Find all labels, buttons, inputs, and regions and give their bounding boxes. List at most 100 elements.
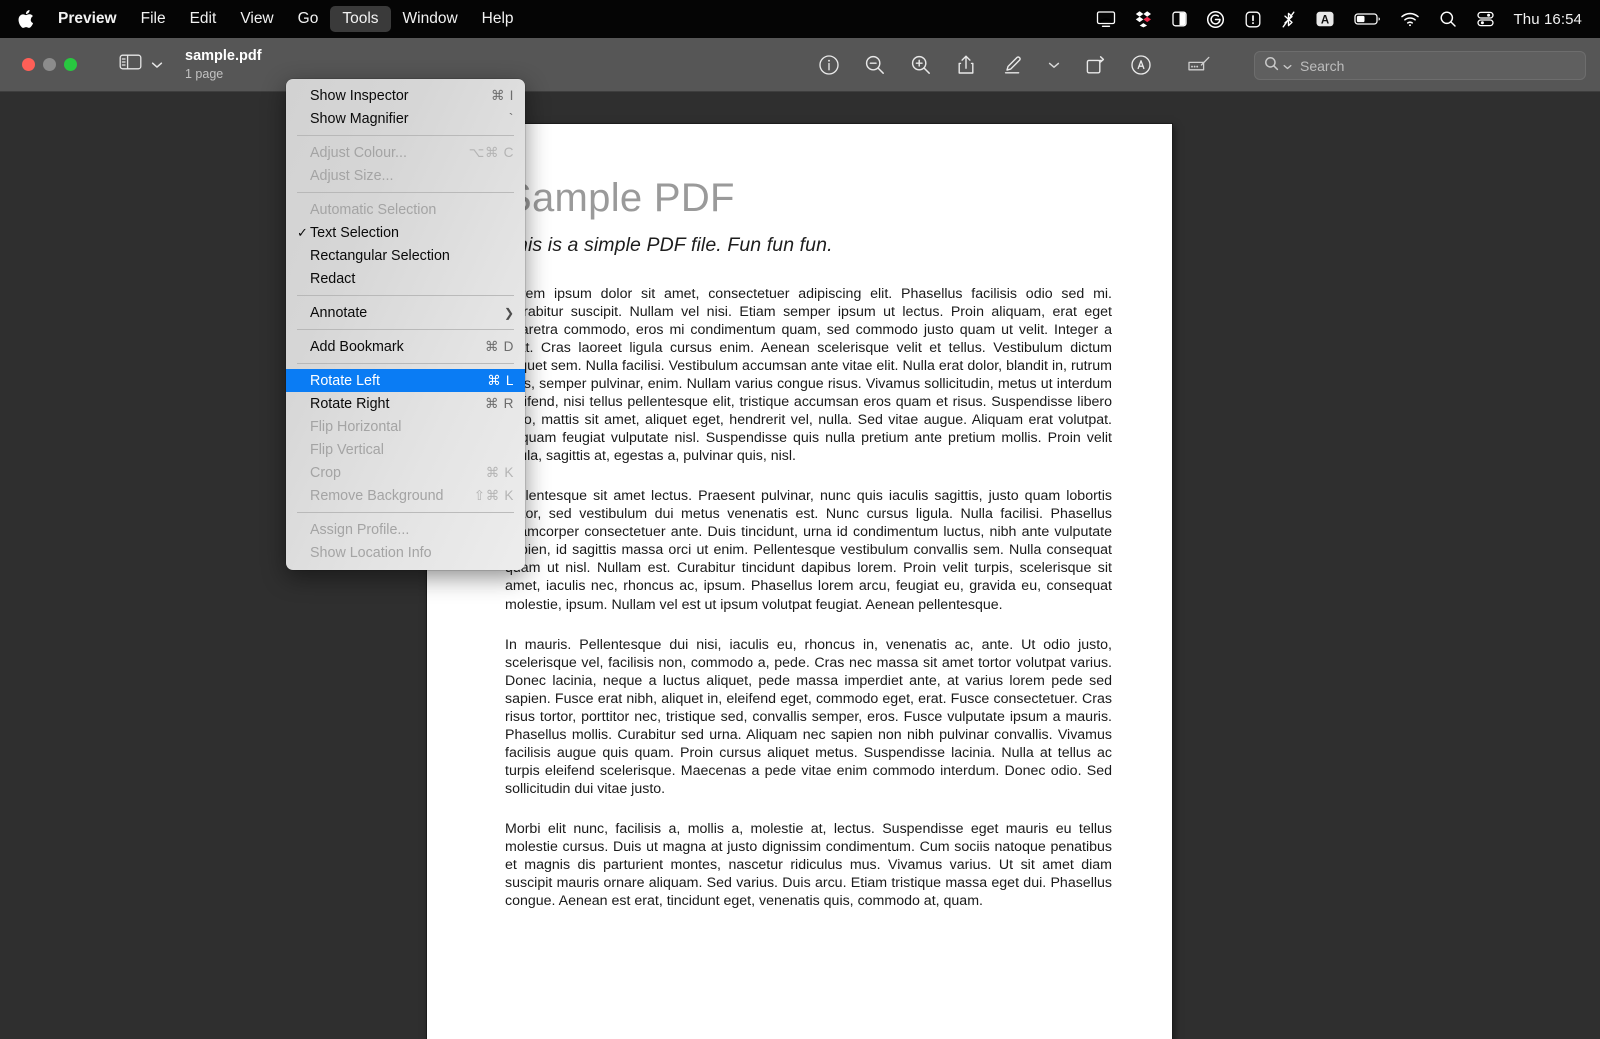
menu-item-rotate-right[interactable]: Rotate Right ⌘ R	[286, 392, 525, 415]
menu-item-crop: Crop ⌘ K	[286, 461, 525, 484]
svg-text:A: A	[1320, 14, 1328, 26]
input-source-a-icon[interactable]: A	[1315, 0, 1335, 38]
menu-item-shortcut: ⌥⌘ C	[468, 144, 514, 160]
menu-bar-clock[interactable]: Thu 16:54	[1514, 11, 1582, 28]
document-canvas[interactable]: Sample PDF This is a simple PDF file. Fu…	[0, 92, 1600, 1039]
menu-item-show-location-info: Show Location Info	[286, 541, 525, 564]
menu-item-shortcut: ⌘ I	[491, 87, 514, 103]
zoom-out-icon[interactable]	[864, 54, 886, 76]
menu-item-flip-horizontal: Flip Horizontal	[286, 415, 525, 438]
menu-separator	[297, 512, 514, 513]
menu-item-label: Adjust Size...	[310, 167, 394, 184]
wifi-icon[interactable]	[1400, 0, 1420, 38]
window-toolbar	[818, 38, 1212, 92]
menu-item-rotate-left[interactable]: Rotate Left ⌘ L	[286, 369, 525, 392]
menu-bar-item-window[interactable]: Window	[391, 6, 470, 32]
minimize-button[interactable]	[43, 58, 56, 71]
menu-item-automatic-selection: Automatic Selection	[286, 198, 525, 221]
apple-logo-icon[interactable]	[8, 9, 42, 29]
document-page-count: 1 page	[185, 66, 224, 81]
search-field[interactable]: Search	[1254, 51, 1586, 80]
menu-bar-item-preview[interactable]: Preview	[46, 6, 129, 32]
menu-bar-item-help[interactable]: Help	[470, 6, 526, 32]
pdf-heading: Sample PDF	[505, 176, 735, 220]
search-chevron-down-icon[interactable]	[1283, 57, 1292, 75]
menu-item-show-magnifier[interactable]: Show Magnifier `	[286, 107, 525, 130]
zoom-button[interactable]	[64, 58, 77, 71]
menu-item-redact[interactable]: Redact	[286, 267, 525, 290]
menu-bar-item-file[interactable]: File	[129, 6, 178, 32]
menu-item-assign-profile: Assign Profile...	[286, 518, 525, 541]
menu-separator	[297, 329, 514, 330]
menu-item-label: Rotate Right	[310, 395, 390, 412]
tools-dropdown-menu[interactable]: Show Inspector ⌘ I Show Magnifier ` Adjust C…	[286, 79, 525, 570]
bluetooth-off-icon[interactable]	[1281, 0, 1296, 38]
window-traffic-lights	[22, 58, 77, 71]
dark-mode-icon[interactable]	[1171, 0, 1187, 38]
menu-item-label: Adjust Colour...	[310, 144, 407, 161]
menu-item-label: Annotate	[310, 304, 368, 321]
menu-item-remove-background: Remove Background ⇧⌘ K	[286, 484, 525, 507]
chevron-down-icon[interactable]	[151, 56, 163, 74]
spotlight-search-icon[interactable]	[1439, 0, 1457, 38]
menu-item-adjust-size: Adjust Size...	[286, 164, 525, 187]
annotate-icon[interactable]	[1130, 54, 1152, 76]
document-title: sample.pdf	[185, 47, 262, 64]
menu-item-shortcut: ⌘ K	[485, 464, 514, 480]
menu-item-flip-vertical: Flip Vertical	[286, 438, 525, 461]
menu-item-show-inspector[interactable]: Show Inspector ⌘ I	[286, 84, 525, 107]
menu-bar-item-go[interactable]: Go	[286, 6, 331, 32]
menu-item-shortcut: `	[508, 111, 514, 126]
pdf-page[interactable]: Sample PDF This is a simple PDF file. Fu…	[427, 124, 1172, 1039]
menu-bar-status-items: A Thu 16:54	[1096, 0, 1600, 38]
menu-item-rectangular-selection[interactable]: Rectangular Selection	[286, 244, 525, 267]
menu-bar-app-menus: Preview File Edit View Go Tools Window H…	[0, 0, 526, 38]
pdf-paragraph: Morbi elit nunc, facilisis a, mollis a, …	[505, 820, 1112, 909]
screen-mirroring-icon[interactable]	[1096, 0, 1116, 38]
menu-separator	[297, 295, 514, 296]
menu-item-shortcut: ⌘ L	[487, 372, 514, 388]
control-center-icon[interactable]	[1476, 0, 1495, 38]
search-icon	[1264, 56, 1279, 76]
menu-item-add-bookmark[interactable]: Add Bookmark ⌘ D	[286, 335, 525, 358]
menu-bar-item-tools[interactable]: Tools	[330, 6, 391, 32]
checkmark-icon: ✓	[297, 224, 308, 240]
app-alert-icon[interactable]	[1244, 0, 1262, 38]
menu-item-label: Assign Profile...	[310, 521, 410, 538]
pdf-paragraph: In mauris. Pellentesque dui nisi, iaculi…	[505, 636, 1112, 797]
signature-icon[interactable]	[1186, 54, 1212, 76]
window-titlebar: sample.pdf 1 page Search	[0, 38, 1600, 92]
menu-item-label: Text Selection	[310, 224, 400, 241]
info-icon[interactable]	[818, 54, 840, 76]
markup-chevron-down-icon[interactable]	[1048, 61, 1060, 69]
pdf-subheading: This is a simple PDF file. Fun fun fun.	[505, 234, 833, 256]
rotate-icon[interactable]	[1084, 54, 1106, 76]
menu-item-text-selection[interactable]: ✓ Text Selection	[286, 221, 525, 244]
dropbox-icon[interactable]	[1135, 0, 1153, 38]
sidebar-toggle-icon	[119, 53, 142, 76]
grammarly-icon[interactable]	[1206, 0, 1225, 38]
menu-bar-item-view[interactable]: View	[228, 6, 285, 32]
close-button[interactable]	[22, 58, 35, 71]
menu-item-label: Show Magnifier	[310, 110, 409, 127]
menu-item-label: Add Bookmark	[310, 338, 404, 355]
menu-item-label: Flip Vertical	[310, 441, 384, 458]
menu-item-label: Remove Background	[310, 487, 444, 504]
menu-item-label: Show Inspector	[310, 87, 409, 104]
menu-item-annotate[interactable]: Annotate ❯	[286, 301, 525, 324]
markup-pen-icon[interactable]	[1000, 54, 1024, 76]
menu-item-label: Rectangular Selection	[310, 247, 450, 264]
menu-item-label: Redact	[310, 270, 356, 287]
pdf-paragraph: Lorem ipsum dolor sit amet, consectetuer…	[505, 286, 1112, 465]
menu-bar-item-edit[interactable]: Edit	[178, 6, 229, 32]
share-icon[interactable]	[956, 54, 976, 76]
sidebar-toggle-button[interactable]	[119, 53, 163, 76]
document-title-block: sample.pdf 1 page	[185, 48, 262, 81]
menu-separator	[297, 192, 514, 193]
menu-separator	[297, 135, 514, 136]
zoom-in-icon[interactable]	[910, 54, 932, 76]
menu-item-shortcut: ⇧⌘ K	[473, 487, 514, 503]
menu-item-shortcut: ⌘ R	[485, 395, 514, 411]
submenu-chevron-right-icon: ❯	[503, 305, 514, 320]
battery-icon[interactable]	[1353, 0, 1381, 38]
